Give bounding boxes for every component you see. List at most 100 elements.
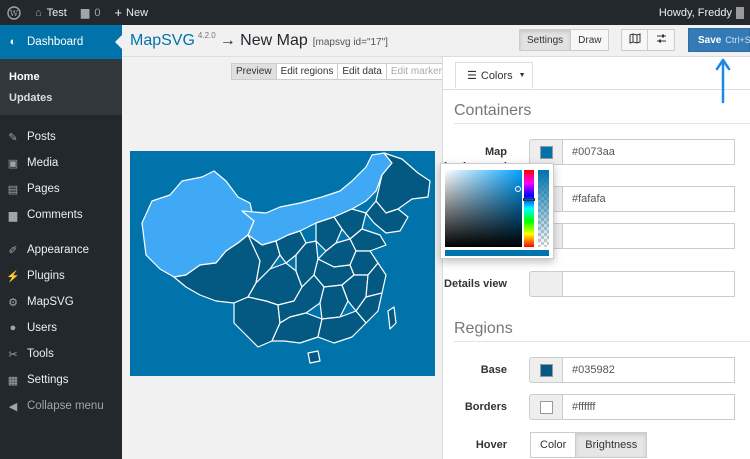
map-title: → New Map	[219, 32, 308, 49]
comment-icon: ▆	[8, 209, 18, 222]
settings-icon: ▦	[7, 374, 19, 387]
media-icon: ▣	[7, 157, 19, 170]
sidebar-item-label: Comments	[27, 209, 83, 221]
tab-edit-regions[interactable]: Edit regions	[275, 64, 338, 79]
sidebar-item-tools[interactable]: ✂ Tools	[0, 341, 122, 367]
map-background-input[interactable]: #0073aa	[562, 139, 735, 165]
user-icon: ●	[9, 322, 17, 334]
map-preview[interactable]	[130, 151, 435, 376]
base-color-input[interactable]: #035982	[562, 357, 735, 383]
hover-mode-toggle: Color Brightness	[530, 432, 648, 458]
china-map[interactable]	[130, 151, 435, 376]
dashboard-icon: ◐	[9, 36, 17, 48]
sidebar-subitem-updates[interactable]: Updates	[0, 87, 122, 108]
sidebar-item-label: MapSVG	[27, 296, 74, 308]
color-swatch	[539, 145, 553, 159]
map-background-swatch-button[interactable]	[529, 139, 563, 165]
brush-icon: ✐	[8, 244, 18, 257]
draw-mode-button[interactable]: Draw	[571, 29, 610, 51]
save-button[interactable]: Save Ctrl+S	[688, 28, 750, 52]
tab-edit-data[interactable]: Edit data	[337, 64, 386, 79]
sidebar-item-label: Tools	[27, 348, 54, 360]
admin-sidebar: ◐ Dashboard Home Updates ✎ Posts ▣ Media ▤…	[0, 25, 122, 459]
home-icon: ⌂	[35, 6, 42, 19]
plus-icon: +	[114, 5, 123, 20]
plugin-icon: ⚡	[6, 270, 20, 283]
app-version: 4.2.0	[197, 31, 216, 40]
sidebar-item-users[interactable]: ● Users	[0, 315, 122, 341]
details-view-swatch-button[interactable]	[529, 271, 563, 297]
caret-down-icon: ▼	[518, 72, 526, 79]
wrench-icon: ✂	[8, 348, 18, 361]
sidebar-item-comments[interactable]: ▆ Comments	[0, 202, 122, 228]
comment-icon: ▆	[80, 7, 90, 19]
account-menu[interactable]: Howdy, Freddy	[652, 0, 750, 25]
sidebar-item-media[interactable]: ▣ Media	[0, 150, 122, 176]
color-swatch	[539, 363, 553, 377]
sidebar-subitem-home[interactable]: Home	[0, 66, 122, 87]
sidebar-item-label: Settings	[27, 374, 69, 386]
site-name: Test	[46, 6, 67, 19]
save-label: Save	[698, 34, 722, 46]
page-title: MapSVG 4.2.0 → New Map [mapsvg id="17"]	[130, 31, 388, 50]
regions-heading: Regions	[454, 320, 513, 337]
color-swatch	[539, 400, 553, 414]
container-color-input[interactable]: #fafafa	[562, 186, 735, 212]
gear-icon: ⚙	[8, 296, 18, 309]
avatar	[736, 6, 744, 19]
pages-icon: ▤	[7, 183, 19, 196]
borders-label: Borders	[464, 401, 507, 413]
collapse-menu-button[interactable]: ◀ Collapse menu	[0, 393, 122, 419]
map-view-button[interactable]	[621, 29, 648, 51]
container-color-input[interactable]	[562, 223, 735, 249]
details-view-input[interactable]	[562, 271, 735, 297]
sidebar-item-label: Users	[27, 322, 58, 334]
arrow-up-icon	[715, 58, 731, 104]
hue-handle[interactable]	[523, 198, 535, 201]
hue-slider[interactable]	[524, 170, 534, 247]
sidebar-item-mapsvg[interactable]: ⚙ MapSVG	[0, 289, 122, 315]
sidebar-item-label: Collapse menu	[27, 400, 104, 412]
base-label: Base	[480, 364, 507, 376]
sidebar-item-label: Dashboard	[27, 36, 84, 48]
sliders-button[interactable]	[648, 29, 675, 51]
borders-color-input[interactable]: #ffffff	[562, 394, 735, 420]
sidebar-item-label: Appearance	[27, 244, 90, 256]
shortcode: [mapsvg id="17"]	[312, 37, 388, 48]
sidebar-item-pages[interactable]: ▤ Pages	[0, 176, 122, 202]
svg-text:W: W	[10, 9, 19, 18]
new-content-link[interactable]: + New	[107, 0, 155, 25]
sidebar-item-appearance[interactable]: ✐ Appearance	[0, 237, 122, 263]
hover-label: Hover	[475, 439, 507, 451]
sidebar-item-plugins[interactable]: ⚡ Plugins	[0, 263, 122, 289]
details-view-label: Details view	[444, 278, 507, 290]
sidebar-item-label: Pages	[27, 183, 60, 195]
view-toggle	[621, 29, 675, 51]
site-name-link[interactable]: ⌂ Test	[28, 0, 74, 25]
colors-tab-label: Colors	[480, 69, 513, 82]
base-swatch-button[interactable]	[529, 357, 563, 383]
dashboard-submenu: Home Updates	[0, 59, 122, 115]
borders-swatch-button[interactable]	[529, 394, 563, 420]
pin-icon: ✎	[8, 131, 18, 144]
colors-tab-dropdown[interactable]: ☰ Colors ▼	[455, 62, 533, 89]
mode-toggle: Settings Draw	[519, 29, 610, 51]
comments-link[interactable]: ▆ 0	[74, 0, 108, 25]
app-name: MapSVG	[130, 32, 195, 49]
comments-count: 0	[94, 6, 101, 19]
sidebar-item-posts[interactable]: ✎ Posts	[0, 124, 122, 150]
color-picker-popup	[440, 163, 554, 259]
tab-preview[interactable]: Preview	[232, 64, 276, 79]
hover-brightness-button[interactable]: Brightness	[576, 432, 648, 458]
sidebar-item-dashboard[interactable]: ◐ Dashboard	[0, 25, 122, 59]
alpha-slider[interactable]	[538, 170, 549, 247]
menu-icon: ☰	[467, 70, 477, 82]
wordpress-logo-icon[interactable]: W	[0, 0, 28, 25]
sidebar-item-settings[interactable]: ▦ Settings	[0, 367, 122, 393]
sidebar-item-label: Media	[27, 157, 59, 169]
saturation-handle[interactable]	[515, 186, 521, 192]
greeting: Howdy, Freddy	[658, 6, 732, 19]
saturation-area[interactable]	[445, 170, 522, 247]
hover-color-button[interactable]: Color	[530, 432, 577, 458]
settings-mode-button[interactable]: Settings	[519, 29, 572, 51]
